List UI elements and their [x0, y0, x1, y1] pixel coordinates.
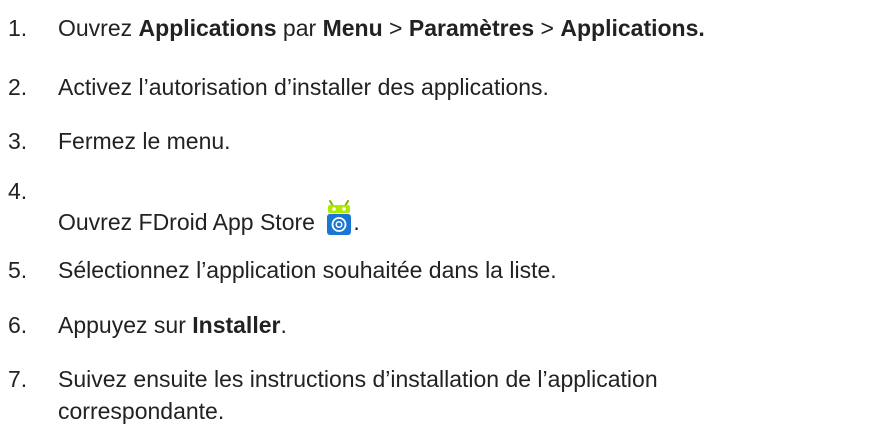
step-number: 4.	[8, 178, 28, 204]
separator: >	[534, 15, 561, 41]
instruction-step-4: 4. Ouvrez FDroid App Store .	[0, 177, 891, 237]
step-text: Fermez le menu.	[58, 128, 231, 154]
step-number: 2.	[8, 74, 28, 100]
step-number: 7.	[8, 366, 28, 392]
parametres-label: Paramètres	[408, 15, 535, 41]
step-text: Activez l’autorisation d’installer des a…	[58, 74, 549, 100]
step-number: 6.	[8, 312, 28, 338]
step-text: Ouvrez Applications par Menu > Paramètre…	[58, 14, 705, 42]
step-number: 3.	[8, 128, 28, 154]
step-text-part: Ouvrez	[58, 15, 139, 41]
step-text-part: Appuyez sur	[58, 312, 193, 338]
step-text-part: .	[280, 312, 287, 338]
step-text-part: par	[276, 15, 323, 41]
step-number: 5.	[8, 257, 28, 283]
step-text: Suivez ensuite les instructions d’instal…	[58, 363, 658, 427]
step-text-line: Suivez ensuite les instructions d’instal…	[58, 366, 658, 392]
step-text-suffix: .	[353, 209, 360, 235]
step-text-line: correspondante.	[58, 398, 225, 424]
step-text-part: Ouvrez FDroid App Store	[58, 209, 315, 235]
step-text: Appuyez sur Installer.	[58, 311, 287, 339]
applications-label: Applications	[138, 15, 277, 41]
installer-label: Installer	[192, 312, 281, 338]
fdroid-app-icon	[325, 200, 353, 236]
separator: >	[382, 15, 409, 41]
applications-menu-label: Applications.	[560, 15, 705, 41]
step-number: 1.	[8, 15, 28, 41]
menu-label: Menu	[322, 15, 383, 41]
step-text: Ouvrez FDroid App Store .	[58, 200, 360, 236]
step-text: Sélectionnez l’application souhaitée dan…	[58, 257, 557, 283]
